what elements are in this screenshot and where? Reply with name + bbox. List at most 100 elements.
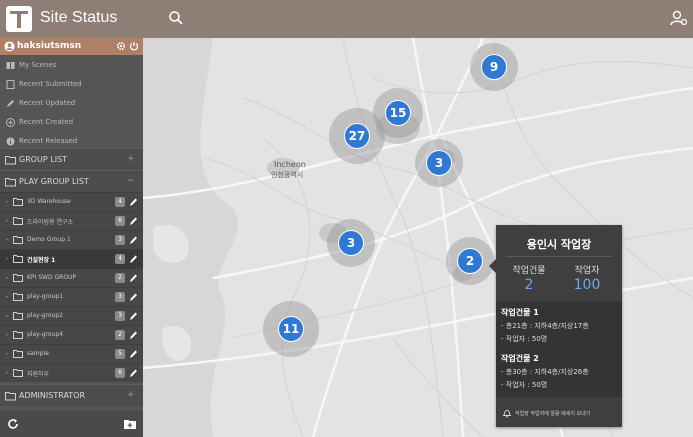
section-play-group-list[interactable]: PLAY GROUP LIST − xyxy=(0,170,143,192)
map-label-incheon-kr: 인천광역시 xyxy=(271,170,303,179)
play-group-item[interactable]: - 3D Warehouse 4 xyxy=(0,192,143,211)
edit-icon[interactable] xyxy=(129,368,138,378)
section-label: GROUP LIST xyxy=(19,155,68,164)
scene-count-badge: 5 xyxy=(115,349,125,359)
search-icon[interactable] xyxy=(168,10,184,26)
folder-icon xyxy=(5,156,16,165)
scene-count-badge: 4 xyxy=(115,197,125,207)
tree-branch: - xyxy=(6,255,9,263)
user-icon xyxy=(4,41,15,52)
play-group-item[interactable]: - 지원하우 6 xyxy=(0,363,143,382)
expand-toggle[interactable]: + xyxy=(127,390,135,400)
new-folder-icon[interactable] xyxy=(124,419,136,429)
play-group-label: 3D Warehouse xyxy=(27,198,71,205)
cluster-count: 2 xyxy=(457,248,483,274)
send-alarm-button[interactable]: 작업장 작업자에 알람 메세지 보내기 xyxy=(496,401,622,427)
play-group-label: sample xyxy=(27,350,49,357)
edit-icon[interactable] xyxy=(129,292,138,302)
folder-icon xyxy=(5,178,16,187)
collapse-toggle[interactable]: − xyxy=(127,176,135,186)
folder-icon xyxy=(13,198,23,206)
sidebar-footer xyxy=(0,411,143,437)
play-group-item[interactable]: - 건설현장 1 4 xyxy=(0,249,143,268)
tree-branch: - xyxy=(6,331,9,339)
expand-toggle[interactable]: + xyxy=(127,154,135,164)
edit-icon[interactable] xyxy=(129,197,138,207)
tree-branch: - xyxy=(6,274,9,282)
popup-pointer xyxy=(489,259,496,273)
folder-icon xyxy=(13,312,23,320)
scene-count-badge: 4 xyxy=(115,254,125,264)
bell-icon xyxy=(503,409,511,418)
workers-label: 작업자 xyxy=(574,266,600,276)
scene-count-badge: 3 xyxy=(115,292,125,302)
building-1-workers: - 작업자 : 50명 xyxy=(501,335,548,343)
scene-item-label: Recent Released xyxy=(19,137,78,145)
edit-icon[interactable] xyxy=(129,235,138,245)
play-group-item[interactable]: - play-group2 3 xyxy=(0,306,143,325)
user-settings-icon[interactable] xyxy=(670,9,688,27)
scene-count-badge: 3 xyxy=(115,311,125,321)
edit-icon[interactable] xyxy=(129,273,138,283)
play-group-label: 건설현장 1 xyxy=(27,257,56,264)
tree-branch: - xyxy=(6,293,9,301)
play-group-item[interactable]: - KPI SWD GROUP 2 xyxy=(0,268,143,287)
popup-title: 용인시 작업장 xyxy=(526,238,592,251)
scene-item-recent-updated[interactable]: Recent Updated xyxy=(0,94,143,113)
refresh-icon[interactable] xyxy=(7,418,19,430)
play-group-item[interactable]: - sample 5 xyxy=(0,344,143,363)
play-group-item[interactable]: - Demo Group 1 3 xyxy=(0,230,143,249)
scene-item-label: My Scenes xyxy=(19,61,57,69)
section-label: ADMINISTRATOR xyxy=(19,391,86,400)
building-details: 작업건물 1 - 총21층 : 지하4층/지상17층 - 작업자 : 50명 작… xyxy=(496,301,622,397)
play-group-item[interactable]: - play-group4 2 xyxy=(0,325,143,344)
tree-branch: - xyxy=(6,217,9,225)
site-info-popup: 용인시 작업장 작업건물 작업자 2 100 작업건물 1 - 총21층 : 지… xyxy=(489,225,622,427)
play-group-item[interactable]: - 드라이빙용 연구소 6 xyxy=(0,211,143,230)
edit-icon[interactable] xyxy=(129,216,138,226)
section-label: PLAY GROUP LIST xyxy=(19,177,89,186)
buildings-value: 2 xyxy=(524,277,534,293)
building-1-floors: - 총21층 : 지하4층/지상17층 xyxy=(501,322,589,330)
edit-icon[interactable] xyxy=(129,311,138,321)
divider xyxy=(506,256,612,257)
section-group-list[interactable]: GROUP LIST + xyxy=(0,148,143,170)
cluster-count: 27 xyxy=(344,123,370,149)
building-2-workers: - 작업자 : 50명 xyxy=(501,381,548,389)
play-group-label: Demo Group 1 xyxy=(27,236,71,243)
play-group-label: play-group1 xyxy=(27,293,64,300)
play-group-item[interactable]: - play-group1 3 xyxy=(0,287,143,306)
sidebar: haksiutsmsn My Scenes Recent Submitted R… xyxy=(0,38,143,437)
send-alarm-label: 작업장 작업자에 알람 메세지 보내기 xyxy=(515,411,591,417)
edit-icon[interactable] xyxy=(129,349,138,359)
scene-count-badge: 3 xyxy=(115,235,125,245)
scene-item-recent-created[interactable]: Recent Created xyxy=(0,113,143,132)
info-circle-icon xyxy=(6,137,15,146)
scene-count-badge: 6 xyxy=(115,216,125,226)
scene-item-label: Recent Created xyxy=(19,118,74,126)
edit-icon[interactable] xyxy=(129,254,138,264)
tree-branch: - xyxy=(6,312,9,320)
building-1-title: 작업건물 1 xyxy=(501,308,539,317)
cluster-count: 3 xyxy=(426,150,452,176)
power-icon[interactable] xyxy=(129,41,139,51)
workers-value: 100 xyxy=(573,277,601,293)
tree-branch: - xyxy=(6,350,9,358)
edit-icon[interactable] xyxy=(129,330,138,340)
folder-icon xyxy=(13,350,23,358)
cluster-count: 15 xyxy=(385,100,411,126)
folder-icon xyxy=(13,331,23,339)
document-icon xyxy=(6,80,15,89)
book-icon xyxy=(6,62,15,69)
section-administrator[interactable]: ADMINISTRATOR + xyxy=(0,384,143,406)
app-logo[interactable] xyxy=(6,6,32,32)
gear-icon[interactable] xyxy=(116,41,126,51)
pencil-icon xyxy=(7,100,14,107)
folder-icon xyxy=(5,392,16,401)
scene-item-my-scenes[interactable]: My Scenes xyxy=(0,56,143,75)
cluster-count: 3 xyxy=(338,230,364,256)
scene-count-badge: 2 xyxy=(115,330,125,340)
play-group-label: play-group4 xyxy=(27,331,64,338)
scene-item-recent-submitted[interactable]: Recent Submitted xyxy=(0,75,143,94)
folder-icon xyxy=(13,293,23,301)
